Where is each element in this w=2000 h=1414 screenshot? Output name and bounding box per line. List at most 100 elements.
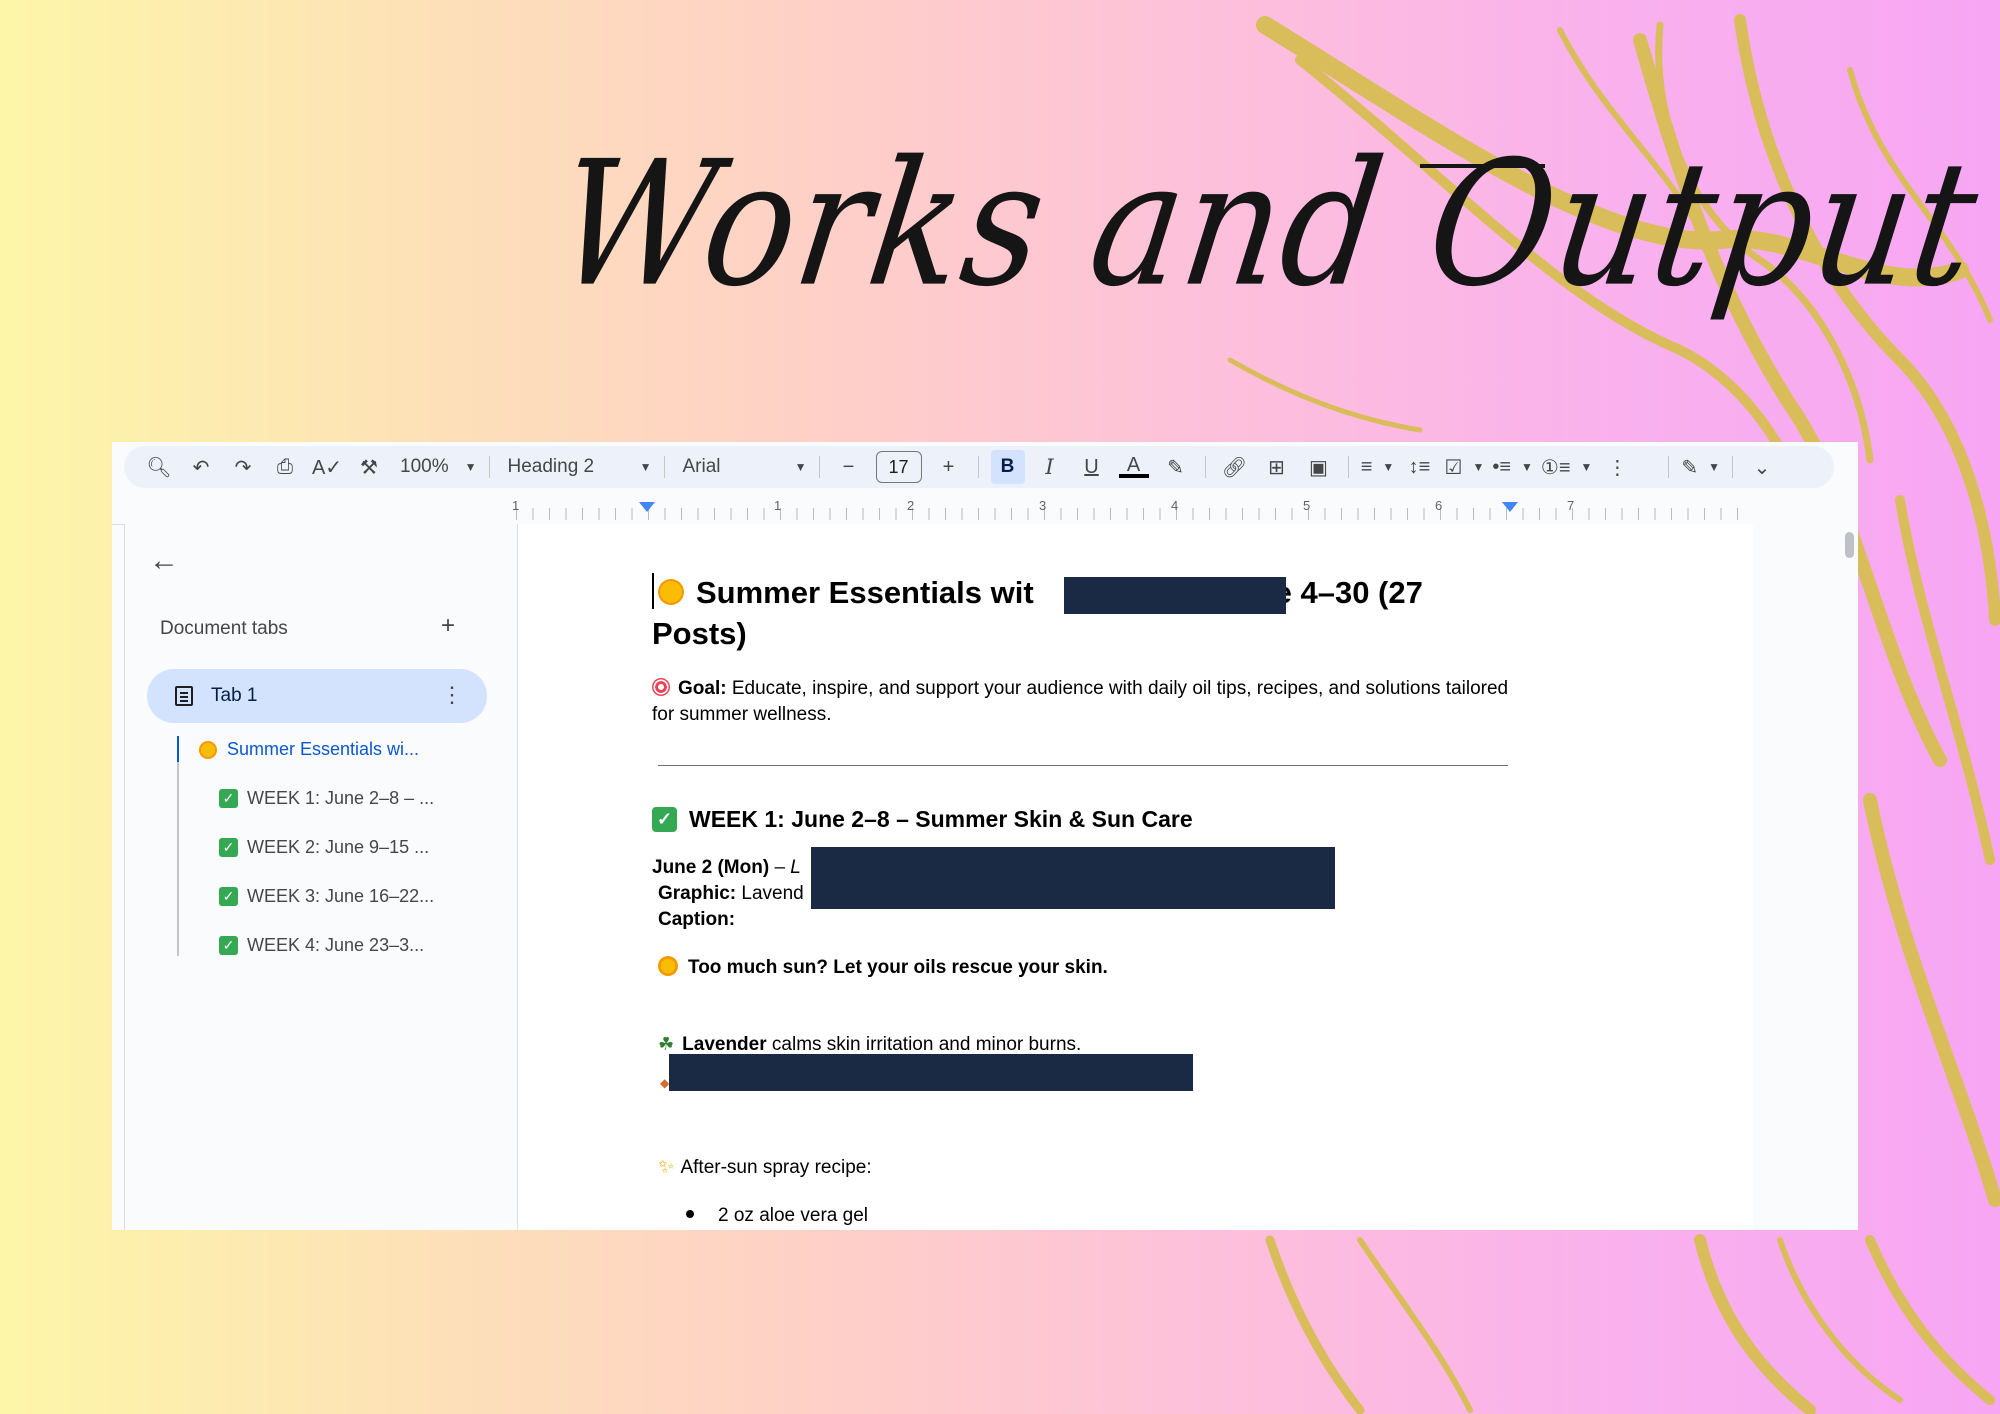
- bullet-icon: [686, 1210, 694, 1218]
- font-value: Arial: [682, 456, 721, 477]
- goal-text: Educate, inspire, and support your audie…: [652, 678, 1509, 725]
- right-indent-marker[interactable]: [1502, 502, 1518, 512]
- day-dash: – L: [769, 857, 801, 878]
- caption-line[interactable]: Caption:: [658, 907, 735, 933]
- week-1-heading-text: WEEK 1: June 2–8 – Summer Skin & Sun Car…: [689, 806, 1193, 832]
- collapse-menus-icon[interactable]: ⌄: [1745, 450, 1779, 484]
- check-icon: ✓: [219, 789, 238, 808]
- highlight-icon[interactable]: ✎: [1159, 450, 1193, 484]
- add-tab-button[interactable]: +: [441, 612, 455, 640]
- italic-button[interactable]: I: [1033, 450, 1067, 484]
- zoom-value: 100%: [400, 456, 449, 477]
- right-gutter: [1753, 524, 1858, 1230]
- bulleted-list-icon[interactable]: •≡ ▼: [1492, 450, 1533, 484]
- outline-item-label: WEEK 3: June 16–22...: [247, 886, 435, 906]
- hook-text: Too much sun? Let your oils rescue your …: [688, 957, 1108, 978]
- tab-1-label: Tab 1: [211, 685, 258, 706]
- sun-icon: [658, 956, 678, 976]
- paragraph-style-select[interactable]: Heading 2 ▼: [502, 450, 652, 484]
- add-comment-icon[interactable]: ⊞: [1260, 450, 1294, 484]
- sparkles-icon: ✨︎: [658, 1156, 675, 1178]
- increase-font-size-button[interactable]: +: [932, 450, 966, 484]
- left-indent-marker[interactable]: [639, 502, 655, 512]
- paint-format-icon[interactable]: ⚒: [352, 450, 386, 484]
- horizontal-rule: [658, 765, 1508, 766]
- spellcheck-icon[interactable]: A✓: [310, 450, 344, 484]
- goal-paragraph[interactable]: Goal: Educate, inspire, and support your…: [652, 676, 1512, 728]
- divider: [1668, 456, 1670, 478]
- target-icon: [652, 678, 670, 696]
- ruler-number: 6: [1435, 498, 1443, 513]
- redaction-bar: [1064, 577, 1286, 614]
- zoom-select[interactable]: 100% ▼: [394, 450, 477, 484]
- lavender-bold: Lavender: [682, 1034, 767, 1055]
- insert-image-icon[interactable]: ▣: [1302, 450, 1336, 484]
- ruler-number: 2: [907, 498, 915, 513]
- back-arrow-icon[interactable]: ←: [149, 544, 179, 578]
- google-docs-window: 🔍︎ ↶ ↷ ⎙ A✓ ⚒ 100% ▼ Heading 2 ▼ Arial ▼ − …: [112, 442, 1858, 1230]
- font-select[interactable]: Arial ▼: [677, 450, 807, 484]
- search-icon[interactable]: 🔍︎: [142, 450, 176, 484]
- bold-button[interactable]: B: [990, 450, 1025, 484]
- day-label: June 2 (Mon): [652, 857, 770, 878]
- ruler-number: 4: [1171, 498, 1179, 513]
- outline-item-week-4[interactable]: ✓ WEEK 4: June 23–3...: [219, 935, 424, 956]
- scrollbar-thumb[interactable]: [1845, 532, 1854, 558]
- hook-line[interactable]: Too much sun? Let your oils rescue your …: [658, 955, 1108, 981]
- chevron-down-icon: ▼: [1472, 460, 1485, 474]
- line-spacing-icon[interactable]: ↕≡: [1403, 450, 1437, 484]
- vertical-ruler: [112, 524, 125, 1230]
- tab-1[interactable]: Tab 1 ⋮: [147, 669, 487, 723]
- outline-guide: [177, 736, 179, 956]
- title-text-part-1: Summer Essentials wit: [696, 575, 1034, 610]
- lavender-text: calms skin irritation and minor burns.: [766, 1034, 1082, 1055]
- divider: [663, 456, 665, 478]
- print-icon[interactable]: ⎙: [268, 450, 302, 484]
- ruler[interactable]: 1 1 2 3 4 5 6 7: [112, 494, 1858, 525]
- ruler-number: 1: [774, 498, 782, 513]
- divider: [1204, 456, 1206, 478]
- ruler-number: 5: [1303, 498, 1311, 513]
- chevron-down-icon: ▼: [794, 460, 807, 474]
- divider: [1347, 456, 1349, 478]
- link-icon[interactable]: 🔗︎: [1218, 450, 1252, 484]
- divider: [818, 456, 820, 478]
- checklist-icon[interactable]: ☑ ▼: [1445, 450, 1485, 484]
- graphic-text: Lavend: [736, 883, 804, 904]
- redaction-bar: [811, 847, 1335, 909]
- ruler-number: 3: [1039, 498, 1047, 513]
- numbered-list-icon[interactable]: ①≡ ▼: [1541, 450, 1593, 484]
- list-item-text: 2 oz aloe vera gel: [718, 1205, 868, 1226]
- decrease-font-size-button[interactable]: −: [832, 450, 866, 484]
- check-icon: ✓: [219, 887, 238, 906]
- divider: [977, 456, 979, 478]
- graphic-line[interactable]: Graphic: Lavend: [658, 881, 804, 907]
- week-1-heading[interactable]: ✓ WEEK 1: June 2–8 – Summer Skin & Sun C…: [652, 804, 1193, 834]
- outline-item-week-1[interactable]: ✓ WEEK 1: June 2–8 – ...: [219, 788, 434, 809]
- editing-mode-icon[interactable]: ✎ ▼: [1681, 450, 1720, 484]
- ruler-number: 7: [1567, 498, 1575, 513]
- outline-item-week-3[interactable]: ✓ WEEK 3: June 16–22...: [219, 886, 434, 907]
- sun-icon: [656, 577, 686, 607]
- chevron-down-icon: ▼: [1521, 460, 1533, 474]
- underline-button[interactable]: U: [1075, 450, 1109, 484]
- day-line[interactable]: June 2 (Mon) – L: [652, 855, 801, 881]
- outline-item-label: WEEK 2: June 9–15 ...: [247, 837, 430, 857]
- divider: [488, 456, 490, 478]
- undo-icon[interactable]: ↶: [184, 450, 218, 484]
- text-cursor: [652, 573, 654, 609]
- document-icon: [175, 686, 193, 706]
- align-left-icon[interactable]: ≡ ▼: [1361, 450, 1395, 484]
- more-options-icon[interactable]: ⋮: [1600, 450, 1634, 484]
- text-color-button[interactable]: A: [1117, 450, 1151, 484]
- redo-icon[interactable]: ↷: [226, 450, 260, 484]
- font-size-input[interactable]: 17: [875, 451, 922, 483]
- document-page[interactable]: Summer Essentials wit ne 4–30 (27 Posts) …: [517, 524, 1755, 1230]
- outline-item-title[interactable]: Summer Essentials wi...: [199, 739, 419, 760]
- list-item[interactable]: 2 oz aloe vera gel: [686, 1203, 868, 1229]
- divider: [1732, 456, 1734, 478]
- spray-intro-line[interactable]: ✨︎ After-sun spray recipe:: [658, 1154, 872, 1181]
- outline-item-week-2[interactable]: ✓ WEEK 2: June 9–15 ...: [219, 837, 429, 858]
- tab-options-icon[interactable]: ⋮: [441, 682, 463, 708]
- text-color-swatch: [1118, 474, 1149, 478]
